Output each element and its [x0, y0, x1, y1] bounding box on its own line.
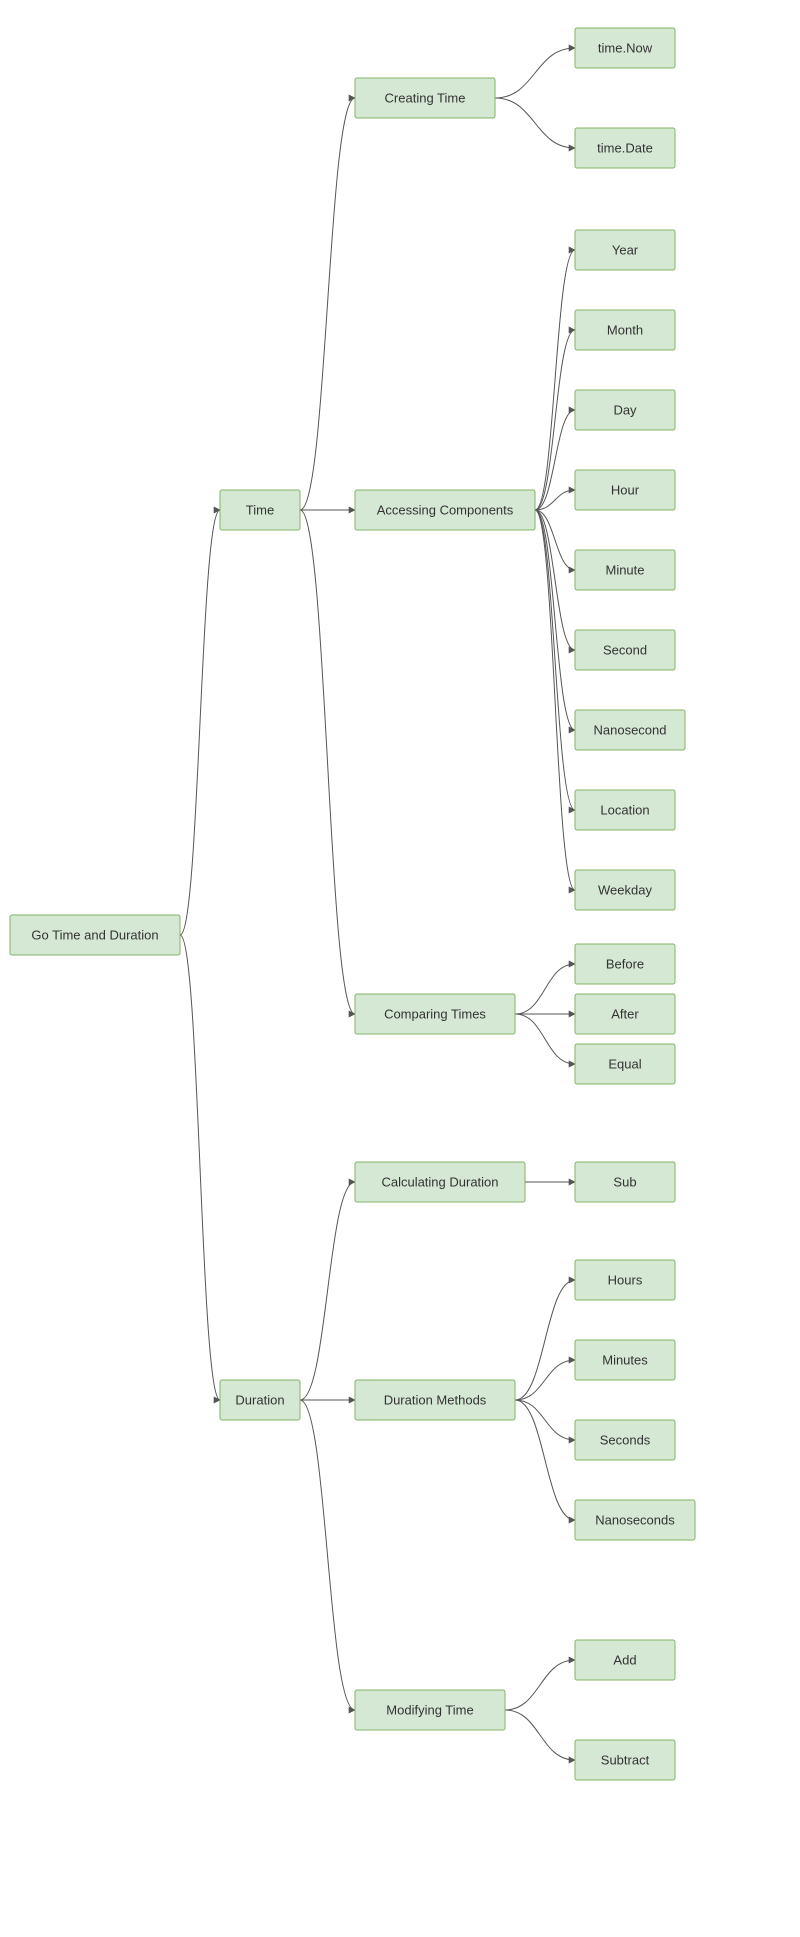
node-loc: Location [575, 790, 675, 830]
node-accessing: Accessing Components [355, 490, 535, 530]
node-day: Day [575, 390, 675, 430]
node-second: Second [575, 630, 675, 670]
node-label: Sub [613, 1174, 636, 1189]
node-label: Duration Methods [384, 1392, 487, 1407]
edge [515, 1014, 575, 1064]
node-minute: Minute [575, 550, 675, 590]
node-label: Creating Time [385, 90, 466, 105]
node-before: Before [575, 944, 675, 984]
edge [180, 510, 220, 935]
node-label: Time [246, 502, 274, 517]
node-label: Weekday [598, 882, 652, 897]
node-label: Calculating Duration [381, 1174, 498, 1189]
node-creating: Creating Time [355, 78, 495, 118]
node-mins: Minutes [575, 1340, 675, 1380]
tree-diagram: Go Time and Duration Time Duration Creating… [0, 0, 800, 1937]
node-month: Month [575, 310, 675, 350]
node-duration: Duration [220, 1380, 300, 1420]
edge [515, 1400, 575, 1440]
node-label: Day [613, 402, 637, 417]
node-label: Go Time and Duration [31, 927, 158, 942]
edge [495, 98, 575, 148]
node-label: Hours [608, 1272, 643, 1287]
node-add: Add [575, 1640, 675, 1680]
node-nanos: Nanoseconds [575, 1500, 695, 1540]
node-label: Hour [611, 482, 640, 497]
node-date: time.Date [575, 128, 675, 168]
edge [535, 510, 575, 650]
node-label: After [611, 1006, 639, 1021]
node-label: time.Now [598, 40, 653, 55]
node-label: Accessing Components [377, 502, 514, 517]
edge [505, 1710, 575, 1760]
node-label: Duration [235, 1392, 284, 1407]
edge [300, 1182, 355, 1400]
node-root: Go Time and Duration [10, 915, 180, 955]
node-comparing: Comparing Times [355, 994, 515, 1034]
edge [495, 48, 575, 98]
node-mod: Modifying Time [355, 1690, 505, 1730]
node-year: Year [575, 230, 675, 270]
node-time: Time [220, 490, 300, 530]
node-label: Before [606, 956, 644, 971]
node-hours: Hours [575, 1260, 675, 1300]
edge [535, 510, 575, 810]
node-wday: Weekday [575, 870, 675, 910]
node-label: Nanoseconds [595, 1512, 675, 1527]
node-label: Nanosecond [594, 722, 667, 737]
node-dmeth: Duration Methods [355, 1380, 515, 1420]
node-label: time.Date [597, 140, 653, 155]
edge [535, 330, 575, 510]
node-label: Comparing Times [384, 1006, 486, 1021]
edge [535, 510, 575, 890]
node-after: After [575, 994, 675, 1034]
edge [515, 964, 575, 1014]
edge [515, 1280, 575, 1400]
node-label: Minute [605, 562, 644, 577]
node-label: Modifying Time [386, 1702, 473, 1717]
node-label: Seconds [600, 1432, 651, 1447]
node-secs: Seconds [575, 1420, 675, 1460]
edge [300, 98, 355, 510]
edge [535, 410, 575, 510]
node-label: Subtract [601, 1752, 650, 1767]
edge [515, 1360, 575, 1400]
node-label: Equal [608, 1056, 641, 1071]
node-subtr: Subtract [575, 1740, 675, 1780]
node-sub: Sub [575, 1162, 675, 1202]
edge [300, 510, 355, 1014]
node-label: Second [603, 642, 647, 657]
edge [505, 1660, 575, 1710]
node-equal: Equal [575, 1044, 675, 1084]
node-label: Add [613, 1652, 636, 1667]
edge [515, 1400, 575, 1520]
node-label: Month [607, 322, 643, 337]
node-now: time.Now [575, 28, 675, 68]
node-calc: Calculating Duration [355, 1162, 525, 1202]
node-label: Location [600, 802, 649, 817]
node-hour: Hour [575, 470, 675, 510]
node-label: Minutes [602, 1352, 648, 1367]
node-nano: Nanosecond [575, 710, 685, 750]
edge [180, 935, 220, 1400]
node-label: Year [612, 242, 639, 257]
edge [300, 1400, 355, 1710]
edge [535, 250, 575, 510]
